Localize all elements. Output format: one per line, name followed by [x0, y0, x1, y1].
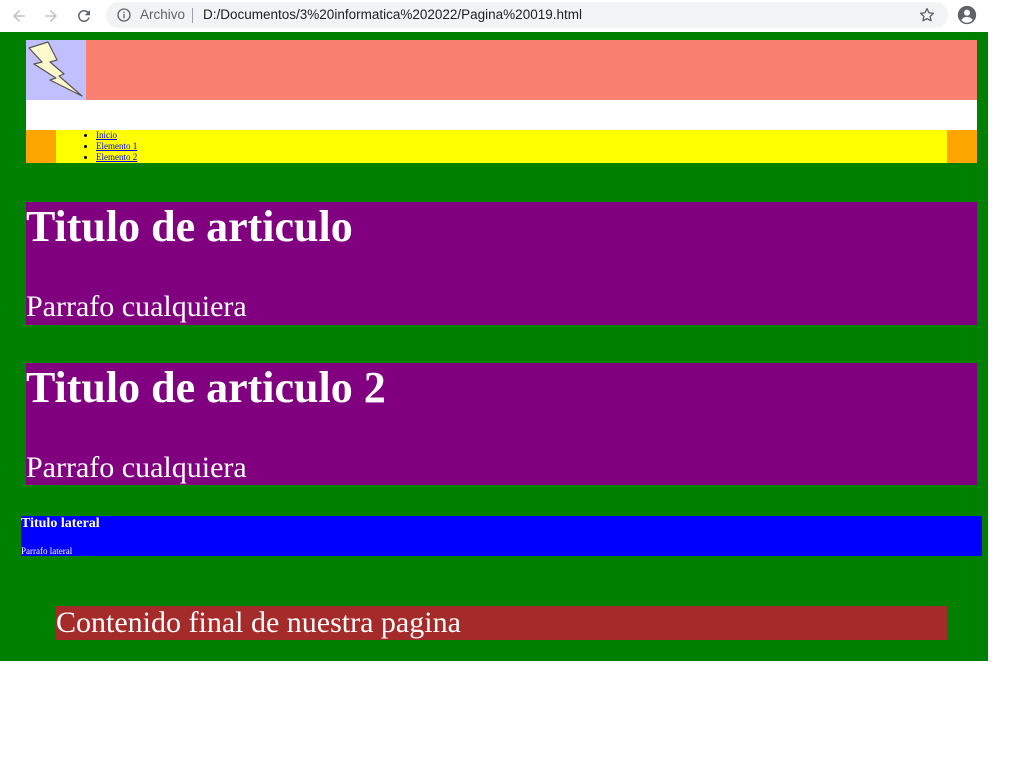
- nav-list: Inicio Elemento 1 Elemento 2: [56, 130, 137, 163]
- article-title: Titulo de articulo: [26, 202, 353, 251]
- article-2: Titulo de articulo 2 Parrafo cualquiera: [26, 363, 977, 485]
- reload-icon: [77, 9, 90, 22]
- forward-button[interactable]: [40, 5, 62, 27]
- url-separator: [192, 8, 193, 23]
- nav-item-elemento-2: Elemento 2: [96, 152, 137, 163]
- back-button[interactable]: [8, 5, 30, 27]
- nav-item-inicio: Inicio: [96, 130, 137, 141]
- reload-button[interactable]: [73, 5, 95, 27]
- nav-link-inicio[interactable]: Inicio: [96, 130, 117, 140]
- address-bar[interactable]: Archivo D:/Documentos/3%20informatica%20…: [106, 2, 948, 28]
- page-body: Inicio Elemento 1 Elemento 2 Titulo de a…: [0, 32, 988, 661]
- logo: [26, 40, 86, 100]
- browser-toolbar: Archivo D:/Documentos/3%20informatica%20…: [0, 0, 1024, 32]
- sidebar-paragraph: Parrafo lateral: [21, 546, 73, 556]
- nav-link-elemento-1[interactable]: Elemento 1: [96, 141, 137, 151]
- arrow-right-icon: [45, 10, 57, 22]
- article-paragraph: Parrafo cualquiera: [26, 451, 247, 484]
- nav-link-elemento-2[interactable]: Elemento 2: [96, 152, 137, 162]
- header-spacer: [26, 100, 977, 130]
- star-icon[interactable]: [918, 6, 936, 24]
- info-icon[interactable]: [116, 7, 132, 23]
- article-paragraph: Parrafo cualquiera: [26, 290, 247, 323]
- article-1: Titulo de articulo Parrafo cualquiera: [26, 202, 977, 325]
- security-label[interactable]: Archivo: [140, 7, 185, 22]
- lightning-bolt-icon: [28, 41, 83, 97]
- nav-item-elemento-1: Elemento 1: [96, 141, 137, 152]
- header: [26, 40, 977, 100]
- footer: Contenido final de nuestra pagina: [56, 606, 947, 640]
- navigation: Inicio Elemento 1 Elemento 2: [26, 130, 977, 163]
- arrow-left-icon: [13, 10, 25, 22]
- sidebar: Titulo lateral Parrafo lateral: [21, 516, 982, 556]
- account-circle-icon[interactable]: [956, 4, 978, 26]
- sidebar-title: Titulo lateral: [21, 516, 100, 531]
- nav-inner: Inicio Elemento 1 Elemento 2: [56, 130, 947, 163]
- footer-text: Contenido final de nuestra pagina: [56, 606, 461, 639]
- url-text[interactable]: D:/Documentos/3%20informatica%202022/Pag…: [203, 7, 582, 22]
- article-title: Titulo de articulo 2: [26, 363, 386, 412]
